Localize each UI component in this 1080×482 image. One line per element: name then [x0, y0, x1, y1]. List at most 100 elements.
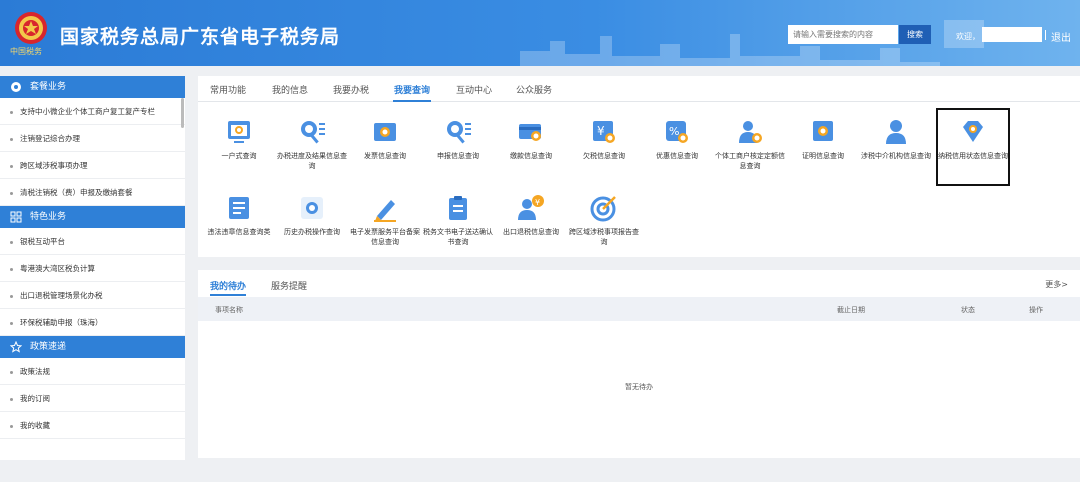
tile-label: 违法违章信息查询类 [207, 228, 271, 236]
sidebar-item[interactable]: 出口退税管理场景化办税 [0, 282, 185, 309]
tile-progress-query[interactable]: 办税进度及结果信息查询 [277, 118, 347, 171]
tile-invoice-query[interactable]: 发票信息查询 [350, 118, 420, 161]
user-name-redacted [982, 27, 1042, 42]
tile-label: 电子发票服务平台备案信息查询 [350, 228, 420, 246]
document-icon [229, 197, 249, 219]
tile-label: 申报信息查询 [437, 152, 479, 160]
sidebar-item-label: 注销登记综合办理 [20, 134, 80, 143]
tile-export-refund-query[interactable]: ¥ 出口退税信息查询 [496, 194, 566, 237]
sidebar-scrollbar[interactable] [181, 98, 184, 128]
tab-my-info[interactable]: 我的信息 [272, 83, 308, 96]
clipboard-icon [449, 196, 467, 220]
column-item-name: 事项名称 [215, 306, 243, 314]
tile-label: 办税进度及结果信息查询 [277, 152, 347, 170]
tile-individual-quota-query[interactable]: 个体工商户核定定额信息查询 [715, 118, 785, 171]
pen-icon [374, 200, 396, 222]
tile-history-query[interactable]: 历史办税操作查询 [277, 194, 347, 237]
sidebar-item[interactable]: 银税互动平台 [0, 228, 185, 255]
todo-table-header: 事项名称 截止日期 状态 操作 [198, 297, 1080, 321]
agent-icon [886, 120, 906, 144]
svg-text:¥: ¥ [535, 198, 540, 207]
header-bar: 中国税务 国家税务总局广东省电子税务局 搜索 欢迎， 退出 [0, 0, 1080, 66]
tile-label: 欠税信息查询 [583, 152, 625, 160]
sidebar-item-label: 出口退税管理场景化办税 [20, 291, 103, 300]
sidebar-section-policy[interactable]: 政策速递 [0, 336, 185, 358]
sidebar-section-title: 特色业务 [30, 212, 67, 222]
tile-label: 缴款信息查询 [510, 152, 552, 160]
history-search-icon [301, 197, 323, 219]
tab-my-todo[interactable]: 我的待办 [210, 279, 246, 292]
column-actions: 操作 [1029, 306, 1043, 314]
sidebar-item[interactable]: 我的订阅 [0, 385, 185, 412]
tile-label: 涉税中介机构信息查询 [861, 152, 931, 160]
tile-account-query[interactable]: 一户式查询 [204, 118, 274, 161]
sidebar-item-label: 环保税辅助申报（珠海） [20, 318, 103, 327]
certificate-search-icon [813, 121, 833, 141]
card-search-icon [519, 124, 541, 141]
tile-certificate-query[interactable]: 证明信息查询 [788, 118, 858, 161]
tile-label: 出口退税信息查询 [503, 228, 559, 236]
sidebar-item-label: 粤港澳大湾区税负计算 [20, 264, 95, 273]
sidebar: 套餐业务 支持中小微企业个体工商户复工复产专栏 注销登记综合办理 跨区域涉税事项… [0, 76, 185, 460]
header-divider [1045, 30, 1046, 40]
tile-document-delivery-query[interactable]: 税务文书电子送达确认书查询 [423, 194, 493, 247]
svg-text:%: % [669, 125, 679, 138]
tile-label: 税务文书电子送达确认书查询 [423, 228, 493, 246]
sidebar-item[interactable]: 粤港澳大湾区税负计算 [0, 255, 185, 282]
tile-label: 优惠信息查询 [656, 152, 698, 160]
column-status: 状态 [961, 306, 975, 314]
active-tab-indicator [393, 100, 431, 102]
tile-cross-region-query[interactable]: 跨区域涉税事项报告查询 [569, 194, 639, 247]
tab-service-reminder[interactable]: 服务提醒 [271, 279, 307, 292]
sidebar-item[interactable]: 政策法规 [0, 358, 185, 385]
discount-icon: % [666, 121, 688, 143]
person-yen-icon: ¥ [518, 195, 544, 220]
sidebar-item[interactable]: 我的收藏 [0, 412, 185, 439]
more-link[interactable]: 更多> [1045, 279, 1068, 290]
sidebar-item[interactable]: 跨区域涉税事项办理 [0, 152, 185, 179]
grid-icon [10, 211, 22, 223]
sidebar-section-packages[interactable]: 套餐业务 [0, 76, 185, 98]
sidebar-item-label: 支持中小微企业个体工商户复工复产专栏 [20, 107, 155, 116]
tile-preferential-query[interactable]: % 优惠信息查询 [642, 118, 712, 161]
tile-label: 证明信息查询 [802, 152, 844, 160]
star-icon [10, 341, 22, 353]
sidebar-item[interactable]: 环保税辅助申报（珠海） [0, 309, 185, 336]
tile-label: 发票信息查询 [364, 152, 406, 160]
tile-e-invoice-record-query[interactable]: 电子发票服务平台备案信息查询 [350, 194, 420, 247]
yen-search-icon: ¥ [593, 121, 615, 143]
tab-query[interactable]: 我要查询 [394, 83, 430, 96]
tab-common[interactable]: 常用功能 [210, 83, 246, 96]
sidebar-item-label: 我的订阅 [20, 394, 50, 403]
globe-icon [11, 82, 21, 92]
target-icon [590, 196, 616, 222]
highlight-box [936, 108, 1010, 186]
welcome-text: 欢迎， [956, 32, 980, 41]
tile-agent-query[interactable]: 涉税中介机构信息查询 [861, 118, 931, 161]
person-search-icon [739, 121, 762, 143]
sidebar-section-title: 套餐业务 [30, 82, 67, 92]
empty-state-text: 暂无待办 [625, 383, 653, 391]
sidebar-item-label: 政策法规 [20, 367, 50, 376]
sidebar-item-label: 跨区域涉税事项办理 [20, 161, 88, 170]
tile-declaration-query[interactable]: 申报信息查询 [423, 118, 493, 161]
tile-label: 个体工商户核定定额信息查询 [715, 152, 785, 170]
tile-payment-query[interactable]: 缴款信息查询 [496, 118, 566, 161]
search-input[interactable] [788, 25, 898, 44]
tile-arrears-query[interactable]: ¥ 欠税信息查询 [569, 118, 639, 161]
sidebar-section-title: 政策速递 [30, 342, 67, 352]
sidebar-item[interactable]: 支持中小微企业个体工商户复工复产专栏 [0, 98, 185, 125]
tile-violation-query[interactable]: 违法违章信息查询类 [204, 194, 274, 237]
search-button[interactable]: 搜索 [899, 25, 931, 44]
sidebar-section-features[interactable]: 特色业务 [0, 206, 185, 228]
logout-link[interactable]: 退出 [1051, 29, 1071, 44]
tab-tax-handling[interactable]: 我要办税 [333, 83, 369, 96]
tile-label: 跨区域涉税事项报告查询 [569, 228, 639, 246]
sidebar-item[interactable]: 注销登记综合办理 [0, 125, 185, 152]
tab-public-service[interactable]: 公众服务 [516, 83, 552, 96]
tab-interaction[interactable]: 互动中心 [456, 83, 492, 96]
screen-search-icon [228, 121, 250, 143]
query-panel: 常用功能 我的信息 我要办税 我要查询 互动中心 公众服务 一户式查询 办税进度… [198, 76, 1080, 257]
search-list-icon [301, 121, 325, 144]
sidebar-item[interactable]: 清税注销税（费）申报及缴纳套餐 [0, 179, 185, 206]
